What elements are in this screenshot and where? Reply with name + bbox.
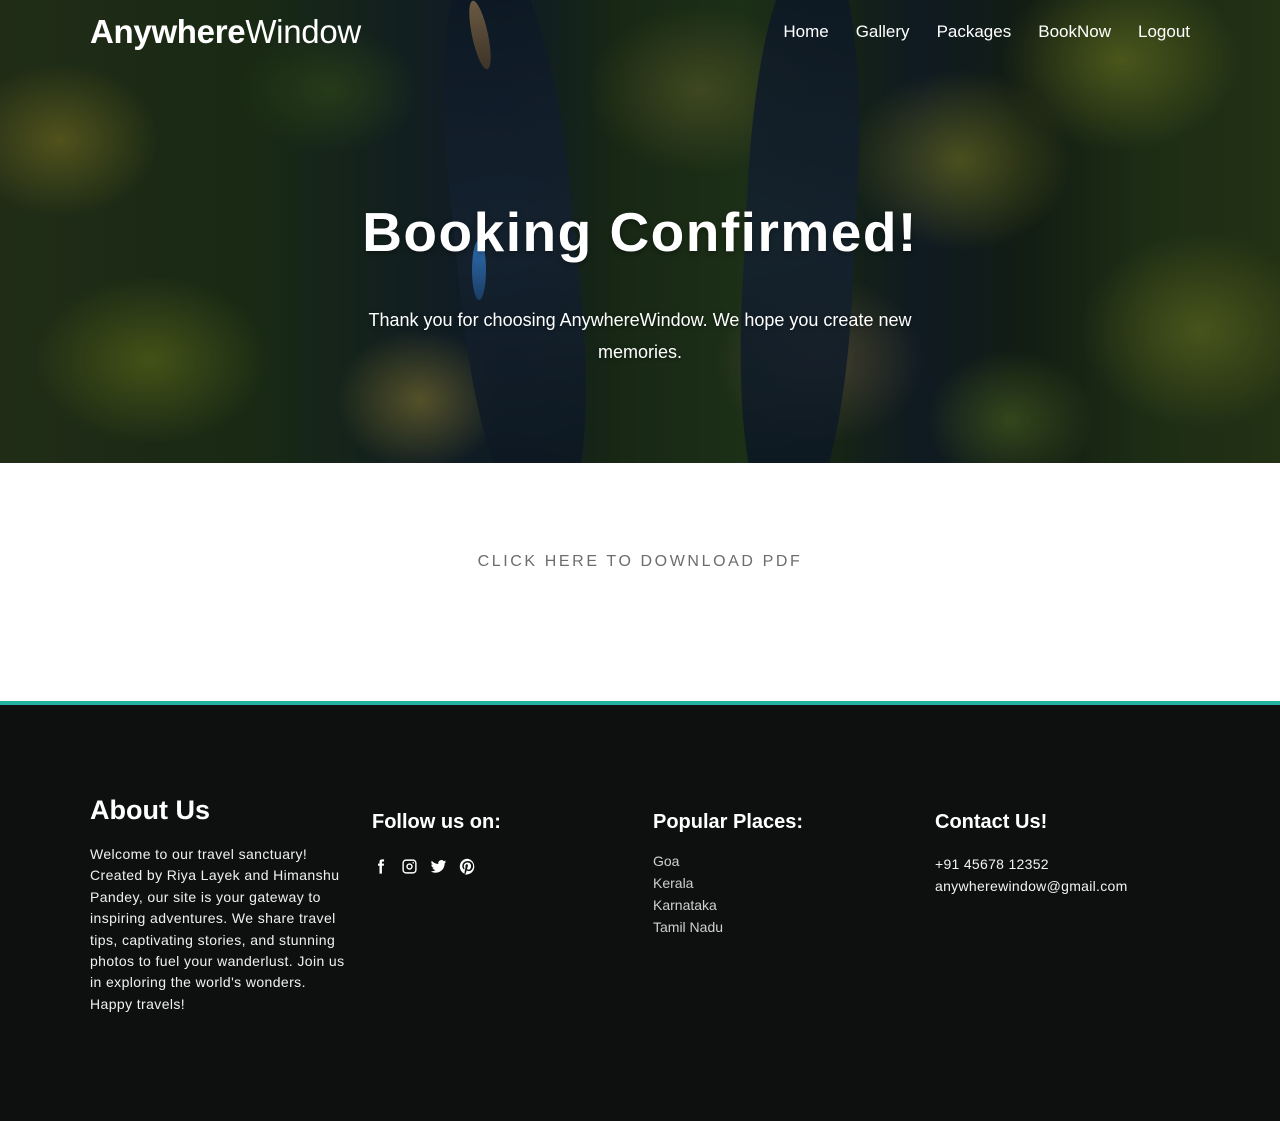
contact-details: +91 45678 12352 anywherewindow@gmail.com [935, 853, 1195, 897]
nav-logout[interactable]: Logout [1138, 22, 1190, 42]
about-text: Welcome to our travel sanctuary! Created… [90, 846, 345, 1012]
contact-title: Contact Us! [935, 811, 1048, 833]
facebook-icon[interactable] [372, 858, 389, 875]
nav-gallery[interactable]: Gallery [856, 22, 910, 42]
footer-follow: Follow us on: [372, 795, 632, 875]
places-title: Popular Places: [653, 811, 804, 833]
about-title-bold: About [90, 795, 168, 825]
nav-booknow[interactable]: BookNow [1038, 22, 1111, 42]
footer-places: Popular Places: Goa Kerala Karnataka Tam… [653, 795, 913, 938]
about-title: About Us [90, 795, 350, 826]
hero-message: Thank you for choosing AnywhereWindow. W… [368, 310, 912, 362]
social-links [372, 858, 632, 875]
main-nav: Home Gallery Packages BookNow Logout [783, 22, 1190, 42]
logo-bold-text: Anywhere [90, 13, 246, 50]
site-logo[interactable]: AnywhereWindow [90, 13, 361, 51]
instagram-icon[interactable] [401, 858, 418, 875]
pinterest-icon[interactable] [459, 858, 476, 875]
top-navigation: AnywhereWindow Home Gallery Packages Boo… [0, 0, 1280, 64]
nav-home[interactable]: Home [783, 22, 828, 42]
footer-about: About Us Welcome to our travel sanctuary… [90, 795, 350, 1015]
download-section: CLICK HERE TO DOWNLOAD PDF [0, 463, 1280, 701]
hero-content: Booking Confirmed! Thank you for choosin… [0, 200, 1280, 368]
follow-title: Follow us on: [372, 811, 501, 833]
footer-contact: Contact Us! +91 45678 12352 anywherewind… [935, 795, 1195, 897]
footer: About Us Welcome to our travel sanctuary… [0, 701, 1280, 1121]
nav-packages[interactable]: Packages [937, 22, 1012, 42]
contact-email[interactable]: anywherewindow@gmail.com [935, 875, 1195, 897]
place-item[interactable]: Goa [653, 850, 913, 872]
contact-phone: +91 45678 12352 [935, 856, 1049, 872]
about-title-light: Us [167, 795, 210, 825]
logo-light-text: Window [245, 13, 361, 50]
twitter-icon[interactable] [430, 858, 447, 875]
download-pdf-link[interactable]: CLICK HERE TO DOWNLOAD PDF [478, 553, 803, 571]
places-list: Goa Kerala Karnataka Tamil Nadu [653, 850, 913, 938]
place-item[interactable]: Kerala [653, 872, 913, 894]
place-item[interactable]: Karnataka [653, 894, 913, 916]
hero-banner: AnywhereWindow Home Gallery Packages Boo… [0, 0, 1280, 463]
page-title: Booking Confirmed! [362, 201, 918, 263]
place-item[interactable]: Tamil Nadu [653, 916, 913, 938]
